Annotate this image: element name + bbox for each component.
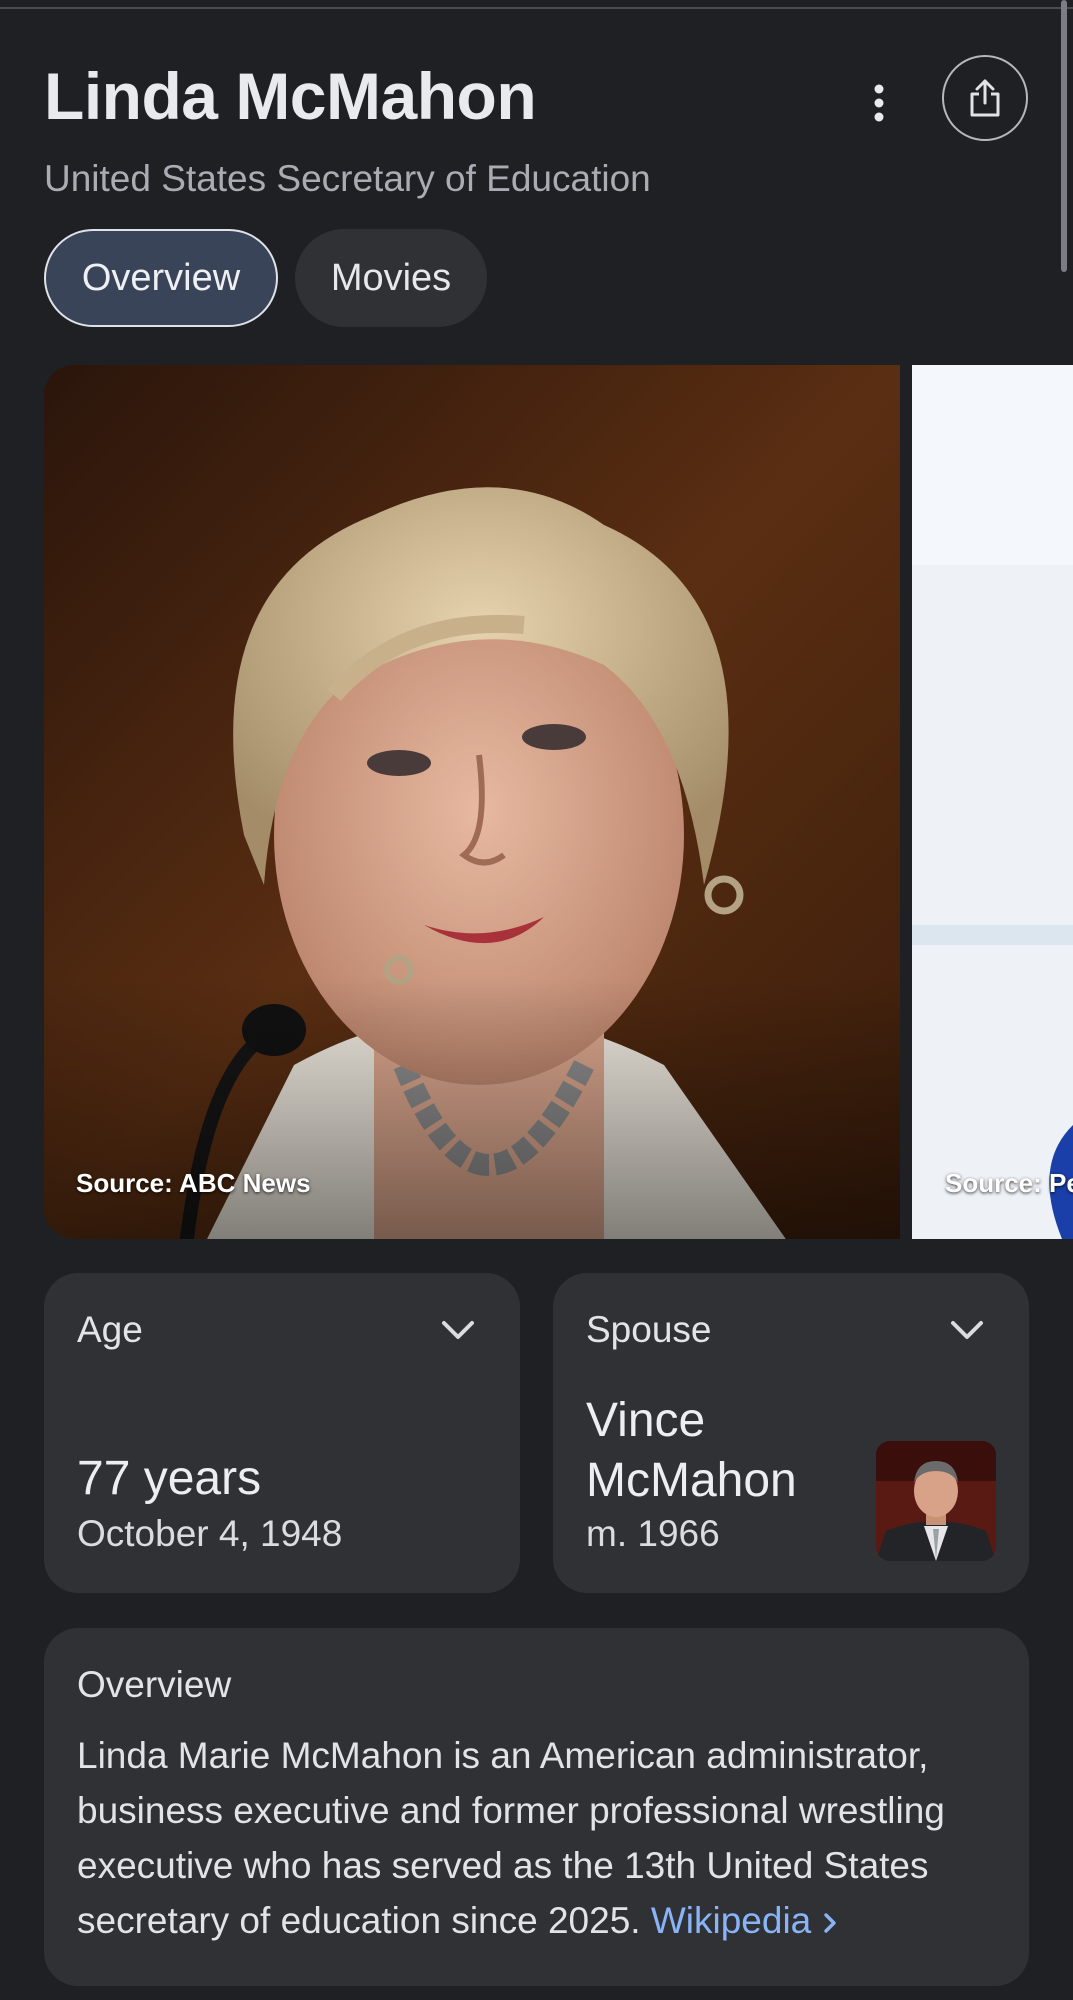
overview-card: Overview Linda Marie McMahon is an Ameri… xyxy=(44,1628,1029,1986)
scrollbar-thumb[interactable] xyxy=(1061,0,1067,272)
age-value: 77 years xyxy=(77,1452,262,1505)
wikipedia-link[interactable]: Wikipedia xyxy=(651,1900,838,1941)
share-icon xyxy=(970,79,1000,117)
spouse-photo xyxy=(876,1441,996,1561)
spouse-name[interactable]: Vince McMahon xyxy=(586,1391,846,1511)
overview-description: Linda Marie McMahon is an American admin… xyxy=(77,1728,1012,1948)
page-subtitle: United States Secretary of Education xyxy=(44,158,651,199)
chevron-down-icon[interactable] xyxy=(947,1315,987,1345)
age-label: Age xyxy=(77,1309,143,1350)
portrait-photo[interactable]: Source: ABC News xyxy=(44,365,900,1239)
overview-heading: Overview xyxy=(77,1664,232,1705)
age-card[interactable]: Age 77 years October 4, 1948 xyxy=(44,1273,520,1593)
secondary-image xyxy=(912,365,1073,1239)
page-title: Linda McMahon xyxy=(44,59,537,133)
portrait-image xyxy=(44,365,900,1239)
tab-overview[interactable]: Overview xyxy=(44,229,278,327)
image-source-label: Source: ABC News xyxy=(76,1168,311,1198)
chevron-down-icon[interactable] xyxy=(438,1315,478,1345)
top-divider xyxy=(0,0,1073,9)
marriage-year: m. 1966 xyxy=(586,1513,720,1554)
more-vert-icon xyxy=(874,84,884,122)
spouse-thumbnail[interactable] xyxy=(876,1441,996,1561)
more-options-button[interactable] xyxy=(855,76,903,130)
birth-date: October 4, 1948 xyxy=(77,1513,343,1554)
tab-movies[interactable]: Movies xyxy=(295,229,487,327)
secondary-photo[interactable]: Source: Pe xyxy=(912,365,1073,1239)
spouse-card[interactable]: Spouse Vince McMahon m. 1966 xyxy=(553,1273,1029,1593)
spouse-label: Spouse xyxy=(586,1309,712,1350)
chevron-right-icon xyxy=(823,1913,836,1933)
wikipedia-link-label: Wikipedia xyxy=(650,1900,812,1941)
share-button[interactable] xyxy=(942,55,1028,141)
image-source-label: Source: Pe xyxy=(945,1168,1073,1198)
